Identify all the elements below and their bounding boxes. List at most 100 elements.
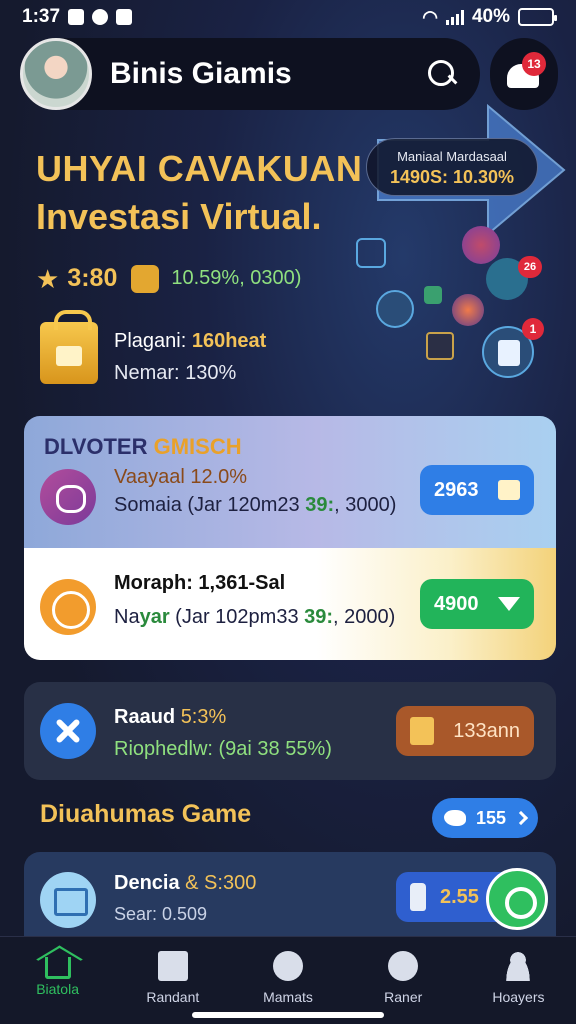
nav-item-support[interactable]: Raner — [346, 937, 461, 1024]
nav-label-home: Biatola — [36, 981, 79, 997]
notification-button[interactable]: 13 — [490, 38, 558, 110]
hero-subtitle: Investasi Virtual. — [36, 196, 322, 237]
investment-detail-b: , 3000) — [334, 494, 397, 516]
reward-button-label: 133ann — [453, 719, 520, 742]
featured-title: DLVOTER GMISCH — [44, 434, 242, 460]
reward-title-accent: 5:3% — [180, 706, 227, 728]
hero-reward-label: Plagani: — [114, 330, 192, 352]
signal-icon — [445, 9, 464, 25]
chat-icon — [356, 238, 386, 268]
game-button-label: 2.55 — [440, 885, 479, 908]
tools-icon — [40, 703, 96, 759]
notification-badge: 13 — [522, 52, 546, 76]
investment-2-detail-a: Na — [114, 606, 140, 628]
status-bar: 1:37 ◠ 40% — [0, 0, 576, 34]
game-detail: Sear: 0.509 — [114, 904, 208, 924]
status-left: 1:37 — [22, 6, 133, 28]
download-arrow-icon — [498, 597, 520, 611]
app-header: Binis Giamis — [20, 38, 480, 110]
games-count: 155 — [475, 807, 507, 828]
nav-item-messages[interactable]: Mamats — [230, 937, 345, 1024]
nav-label-messages: Mamats — [263, 989, 313, 1005]
investment-icon — [40, 469, 96, 525]
wifi-icon: ◠ — [422, 6, 438, 27]
app-screen: 1:37 ◠ 40% Binis Giamis 13 Maniaal Marda… — [0, 0, 576, 1024]
featured-title-accent: GMISCH — [153, 434, 242, 459]
promo-label: Maniaal Mardasaal — [397, 149, 507, 164]
nav-item-report[interactable]: Randant — [115, 937, 230, 1024]
chevron-right-icon — [513, 810, 529, 826]
investment-2-detail-b: (Jar 102pm33 — [169, 606, 305, 628]
settings-fab[interactable] — [486, 868, 548, 930]
reward-title-main: Raaud — [114, 706, 181, 728]
chat-icon — [273, 951, 303, 981]
status-right: ◠ 40% — [422, 6, 557, 28]
avatar[interactable] — [20, 38, 92, 110]
reward-title: Raaud 5:3% — [114, 706, 226, 729]
bottom-nav: Biatola Randant Mamats Raner Hoayers — [0, 936, 576, 1024]
camera-icon — [376, 290, 414, 328]
invest-button-2-label: 4900 — [434, 592, 479, 615]
document-icon — [157, 951, 188, 981]
battery-percent: 40% — [471, 6, 510, 27]
wallet-icon — [498, 480, 520, 500]
reward-detail: Riophedlw: (9ai 38 55%) — [114, 738, 332, 760]
tablet-icon — [426, 332, 454, 360]
featured-title-main: DLVOTER — [44, 434, 154, 459]
sim-icon — [68, 9, 85, 25]
leaf-icon — [424, 286, 442, 304]
search-icon[interactable] — [426, 58, 458, 90]
globe-icon — [462, 226, 500, 264]
investment-2-detail-hl: yar — [139, 606, 170, 628]
coin-icon — [131, 264, 160, 293]
game-icon — [40, 872, 96, 928]
star-icon: ★ — [36, 263, 60, 294]
nav-label-profile: Hoayers — [492, 989, 545, 1005]
bottle-icon — [410, 883, 426, 911]
game-title-main: Dencia — [114, 872, 186, 894]
gallery-icon — [116, 9, 133, 25]
investment-2-title: Moraph: 1,361-Sal — [114, 572, 286, 594]
investment-2-detail-c: , 2000) — [333, 606, 396, 628]
reward-button[interactable]: 133ann — [396, 706, 534, 756]
nav-item-profile[interactable]: Hoayers — [461, 937, 576, 1024]
status-time: 1:37 — [22, 6, 61, 27]
sync-icon — [92, 9, 109, 25]
hero-reward-line: Plagani: 160heat — [114, 330, 266, 353]
rocket-icon — [40, 579, 96, 635]
games-section-title: Diuahumas Game — [40, 800, 252, 828]
hero-stats: ★ 3:80 10.59%, 0300) — [36, 264, 301, 293]
game-title: Dencia & S:300 — [114, 872, 256, 895]
invest-button-1-label: 2963 — [434, 478, 479, 501]
home-indicator[interactable] — [192, 1012, 384, 1018]
battery-icon — [518, 8, 557, 26]
investment-detail-hl: 39: — [305, 494, 335, 516]
gift-icon[interactable] — [40, 310, 98, 384]
investment-2-detail-hl2: 39: — [304, 606, 334, 628]
nav-label-report: Randant — [146, 989, 200, 1005]
hero-rate-line: Nemar: 130% — [114, 362, 237, 384]
hero-score: 3:80 — [67, 264, 118, 292]
chat-icon — [388, 951, 419, 981]
nav-label-support: Raner — [384, 989, 423, 1005]
hero-title: UHYAI CAVAKUAN — [36, 148, 363, 189]
hero-reward-value: 160heat — [191, 330, 267, 352]
promo-value: 1490S: 10.30% — [389, 167, 515, 187]
hero-stat-detail: 10.59%, 0300) — [171, 267, 302, 289]
home-icon — [44, 957, 71, 979]
decor-badge: 26 — [518, 256, 542, 278]
invest-button-1[interactable]: 2963 — [420, 465, 534, 515]
user-icon — [503, 951, 534, 981]
investment-rate: Vaayaal 12.0% — [114, 466, 248, 488]
investment-2-detail: Nayar (Jar 102pm33 39:, 2000) — [114, 606, 395, 629]
orb-icon — [452, 294, 484, 326]
investment-detail: Somaia (Jar 120m23 39:, 3000) — [114, 494, 396, 517]
app-title: Binis Giamis — [110, 57, 292, 90]
nav-item-home[interactable]: Biatola — [0, 937, 115, 1024]
bird-icon — [444, 810, 466, 826]
document-icon — [410, 717, 434, 745]
games-see-all-button[interactable]: 155 — [432, 798, 538, 838]
promo-bubble[interactable]: Maniaal Mardasaal 1490S: 10.30% — [366, 138, 538, 196]
invest-button-2[interactable]: 4900 — [420, 579, 534, 629]
game-title-accent: & S:300 — [185, 872, 257, 894]
